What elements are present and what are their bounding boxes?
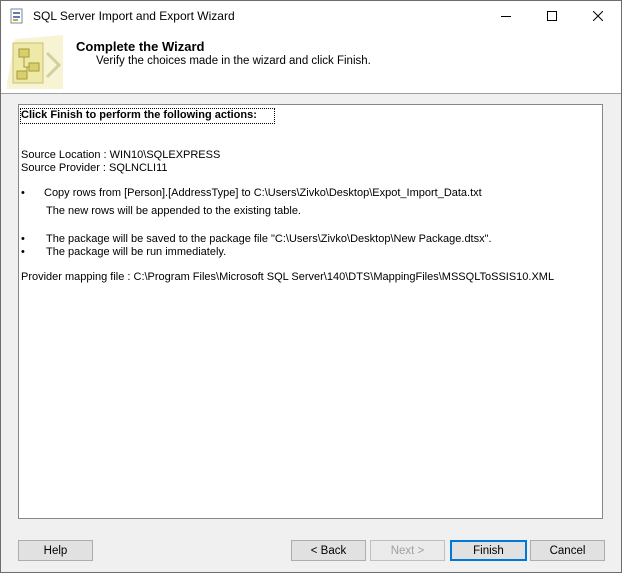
next-button[interactable]: Next > (370, 540, 445, 561)
action-1-line-2: The new rows will be appended to the exi… (46, 205, 301, 217)
source-location: Source Location : WIN10\SQLEXPRESS (21, 149, 221, 161)
title-bar[interactable]: SQL Server Import and Export Wizard (1, 1, 621, 31)
action-2-line-2: The package will be run immediately. (46, 246, 227, 258)
action-2-line-1: The package will be saved to the package… (46, 233, 492, 245)
maximize-button[interactable] (529, 1, 575, 31)
close-icon (593, 11, 603, 21)
window-title: SQL Server Import and Export Wizard (33, 9, 235, 23)
page-title: Complete the Wizard (76, 39, 205, 54)
summary-heading: Click Finish to perform the following ac… (21, 109, 257, 121)
finish-button[interactable]: Finish (450, 540, 527, 561)
back-button[interactable]: < Back (291, 540, 366, 561)
wizard-icon (7, 35, 63, 89)
cancel-button[interactable]: Cancel (530, 540, 605, 561)
bullet-1: • (21, 187, 25, 199)
minimize-button[interactable] (483, 1, 529, 31)
provider-mapping: Provider mapping file : C:\Program Files… (21, 271, 555, 283)
summary-text-area[interactable]: Click Finish to perform the following ac… (18, 104, 603, 519)
maximize-icon (547, 11, 557, 21)
page-subtitle: Verify the choices made in the wizard an… (96, 55, 371, 67)
wizard-window: SQL Server Import and Export Wizard Comp… (0, 0, 622, 573)
wizard-header: Complete the Wizard Verify the choices m… (1, 31, 621, 94)
action-1-line-1: Copy rows from [Person].[AddressType] to… (44, 187, 482, 199)
app-icon (9, 8, 25, 24)
source-provider: Source Provider : SQLNCLI11 (21, 162, 168, 174)
minimize-icon (501, 16, 511, 17)
bullet-2: • (21, 233, 25, 245)
close-button[interactable] (575, 1, 621, 31)
help-button[interactable]: Help (18, 540, 93, 561)
bullet-3: • (21, 246, 25, 258)
